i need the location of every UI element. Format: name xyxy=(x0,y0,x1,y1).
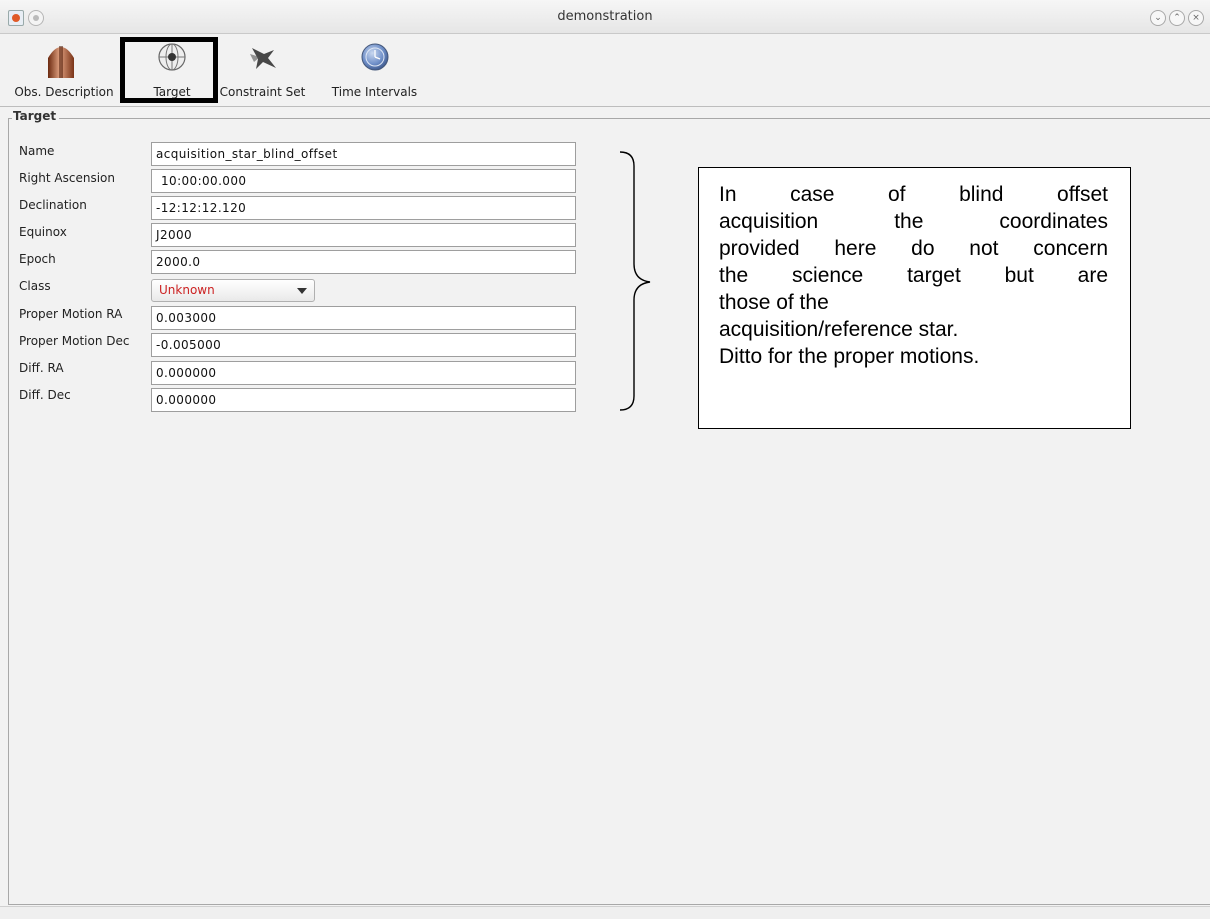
equinox-field[interactable]: J2000 xyxy=(151,223,576,247)
name-field[interactable]: acquisition_star_blind_offset xyxy=(151,142,576,166)
callout-line-4: the science target but are xyxy=(719,264,1108,287)
maximize-icon[interactable]: ⌃ xyxy=(1169,10,1185,26)
callout-note: In case of blind offset acquisition the … xyxy=(698,167,1131,429)
diff-dec-field[interactable]: 0.000000 xyxy=(151,388,576,412)
tab-constraint-set-label: Constraint Set xyxy=(219,85,306,99)
tab-obs-description-label: Obs. Description xyxy=(14,85,114,99)
diff-dec-label: Diff. Dec xyxy=(19,388,71,402)
status-bar xyxy=(0,906,1210,919)
close-icon[interactable]: × xyxy=(1188,10,1204,26)
tab-obs-description[interactable]: Obs. Description xyxy=(0,34,122,106)
clock-icon xyxy=(360,42,390,76)
window-title: demonstration xyxy=(557,9,653,24)
declination-field[interactable]: -12:12:12.120 xyxy=(151,196,576,220)
callout-line-5: those of the xyxy=(719,291,829,314)
tab-time-intervals[interactable]: Time Intervals xyxy=(322,34,427,106)
minimize-icon[interactable]: ⌄ xyxy=(1150,10,1166,26)
epoch-label: Epoch xyxy=(19,252,56,266)
callout-line-6: acquisition/reference star. xyxy=(719,318,959,341)
name-label: Name xyxy=(19,144,55,158)
tab-constraint-set[interactable]: Constraint Set xyxy=(210,34,315,106)
epoch-field[interactable]: 2000.0 xyxy=(151,250,576,274)
equinox-label: Equinox xyxy=(19,225,67,239)
toolbar-separator xyxy=(0,106,1210,107)
callout-line-3: provided here do not concern xyxy=(719,237,1108,260)
class-select[interactable]: Unknown xyxy=(151,279,315,302)
diff-ra-label: Diff. RA xyxy=(19,361,64,375)
telescope-icon xyxy=(41,42,81,82)
proper-motion-ra-field[interactable]: 0.003000 xyxy=(151,306,576,330)
target-panel-title: Target xyxy=(12,109,60,123)
curly-brace-annotation xyxy=(619,151,651,411)
diff-ra-field[interactable]: 0.000000 xyxy=(151,361,576,385)
target-highlight-box xyxy=(120,37,218,103)
title-bar: demonstration ⌄ ⌃ × xyxy=(0,0,1210,34)
proper-motion-dec-field[interactable]: -0.005000 xyxy=(151,333,576,357)
star-icon xyxy=(246,42,280,76)
declination-label: Declination xyxy=(19,198,87,212)
right-ascension-field[interactable]: 10:00:00.000 xyxy=(151,169,576,193)
chevron-down-icon xyxy=(297,288,307,294)
callout-line-7: Ditto for the proper motions. xyxy=(719,345,980,368)
proper-motion-dec-label: Proper Motion Dec xyxy=(19,334,130,348)
proper-motion-ra-label: Proper Motion RA xyxy=(19,307,123,321)
class-select-value: Unknown xyxy=(159,283,215,297)
tab-time-intervals-label: Time Intervals xyxy=(331,85,418,99)
class-label: Class xyxy=(19,279,51,293)
callout-line-1: In case of blind offset xyxy=(719,183,1108,206)
callout-line-2: acquisition the coordinates xyxy=(719,210,1108,233)
right-ascension-label: Right Ascension xyxy=(19,171,115,185)
